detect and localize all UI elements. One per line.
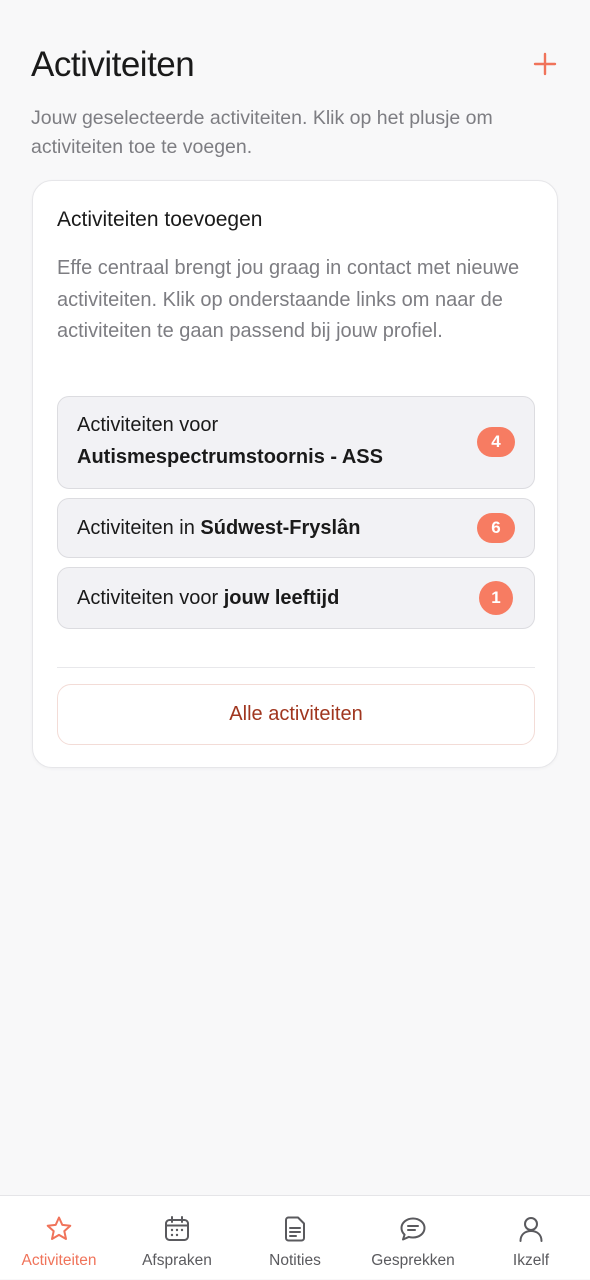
count-badge: 6 bbox=[477, 513, 515, 543]
option-prefix: Activiteiten voor bbox=[77, 587, 219, 609]
option-label: Activiteiten voor jouw leeftijd bbox=[77, 582, 339, 614]
all-activities-button[interactable]: Alle activiteiten bbox=[57, 684, 535, 745]
option-label: Activiteiten in Súdwest-Fryslân bbox=[77, 512, 360, 544]
chat-icon bbox=[400, 1217, 426, 1241]
intro-text: Jouw geselecteerde activiteiten. Klik op… bbox=[31, 107, 493, 158]
tab-afspraken[interactable]: Afspraken bbox=[118, 1196, 236, 1280]
tab-ikzelf[interactable]: Ikzelf bbox=[472, 1196, 590, 1280]
count-badge: 1 bbox=[479, 581, 513, 615]
tab-label: Afspraken bbox=[142, 1252, 212, 1269]
card-title: Activiteiten toevoegen bbox=[57, 208, 263, 231]
option-highlight: jouw leeftijd bbox=[223, 587, 340, 609]
tab-label: Ikzelf bbox=[512, 1252, 550, 1269]
tab-notities[interactable]: Notities bbox=[236, 1196, 354, 1280]
count-badge: 4 bbox=[477, 427, 515, 457]
option-prefix: Activiteiten voor bbox=[77, 414, 219, 436]
calendar-icon bbox=[165, 1216, 189, 1241]
tab-label: Gesprekken bbox=[371, 1252, 455, 1269]
star-icon bbox=[46, 1216, 72, 1240]
option-highlight: Autismespectrumstoornis - ASS bbox=[77, 446, 383, 468]
option-age[interactable]: Activiteiten voor jouw leeftijd 1 bbox=[57, 567, 535, 629]
tab-bar: Activiteiten Afspraken Notities Gesprekk… bbox=[0, 1195, 590, 1279]
card-description: Effe centraal brengt jou graag in contac… bbox=[57, 257, 520, 342]
tab-gesprekken[interactable]: Gesprekken bbox=[354, 1196, 472, 1280]
add-activities-card: Activiteiten toevoegen Effe centraal bre… bbox=[32, 180, 558, 768]
page-title: Activiteiten bbox=[31, 45, 195, 84]
option-region[interactable]: Activiteiten in Súdwest-Fryslân 6 bbox=[57, 498, 535, 558]
divider bbox=[57, 667, 535, 668]
tab-activiteiten[interactable]: Activiteiten bbox=[0, 1196, 118, 1280]
person-icon bbox=[519, 1217, 543, 1242]
option-ass[interactable]: Activiteiten voor Autismespectrumstoorni… bbox=[57, 396, 535, 489]
page-header: Activiteiten bbox=[31, 42, 559, 90]
add-activity-button[interactable] bbox=[527, 46, 563, 82]
tab-label: Notities bbox=[269, 1252, 321, 1269]
option-label: Activiteiten voor Autismespectrumstoorni… bbox=[77, 409, 383, 473]
option-highlight: Súdwest-Fryslân bbox=[200, 517, 361, 539]
plus-icon bbox=[533, 52, 557, 76]
option-prefix: Activiteiten in bbox=[77, 517, 195, 539]
note-icon bbox=[285, 1216, 305, 1242]
tab-label: Activiteiten bbox=[21, 1252, 97, 1269]
